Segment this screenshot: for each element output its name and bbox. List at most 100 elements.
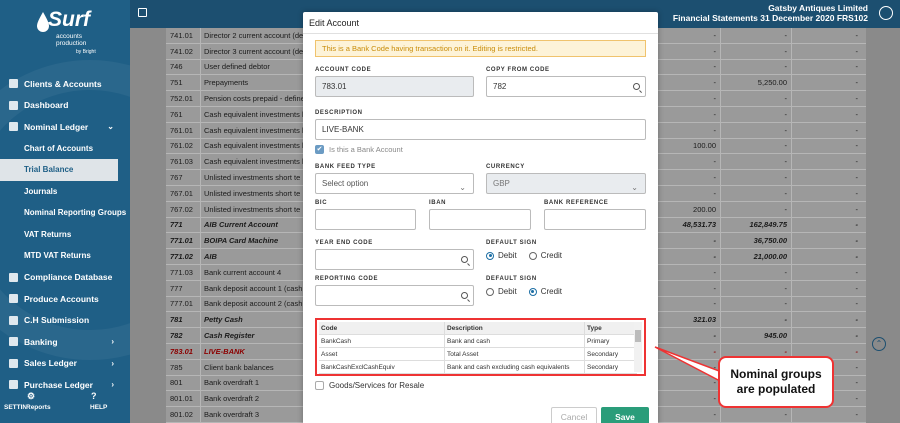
sidebar-item-nominal-ledger[interactable]: Nominal Ledger ⌄: [0, 116, 130, 138]
sidebar-item-produce-accounts[interactable]: Produce Accounts: [0, 288, 130, 310]
row-code: 761.02: [166, 138, 201, 154]
gear-icon[interactable]: ⚙: [27, 391, 35, 402]
sidebar-item-nominal-reporting-groups[interactable]: Nominal Reporting Groups: [0, 202, 130, 224]
currency-select[interactable]: GBP ⌄: [486, 173, 646, 194]
user-icon[interactable]: [879, 6, 893, 20]
nav-icon: [9, 100, 18, 110]
row-code: 751: [166, 75, 201, 91]
row-value: -: [649, 328, 720, 343]
row-code: 781: [166, 312, 201, 328]
row-value: -: [791, 233, 862, 249]
surf-logo[interactable]: Surf accounts production by Bright: [36, 8, 106, 58]
brand-sub1: accounts: [56, 33, 83, 40]
row-value: -: [649, 233, 720, 249]
row-value: -: [791, 185, 862, 201]
row-value: -: [791, 328, 862, 343]
description-label: DESCRIPTION: [315, 110, 363, 116]
brand-sub2: production: [56, 40, 87, 47]
row-code: 761.01: [166, 122, 201, 138]
bic-input[interactable]: [315, 209, 416, 230]
grid-row[interactable]: BankCashExclCashEquiv Bank and cash exclu…: [319, 361, 637, 374]
reports-link[interactable]: Reports: [26, 404, 51, 411]
sidebar-item-trial-balance[interactable]: Trial Balance: [0, 159, 118, 181]
row-code: 767.01: [166, 185, 201, 201]
grid-row[interactable]: BankCash Bank and cash Primary: [319, 335, 637, 348]
row-value: -: [649, 43, 720, 59]
sidebar-item-sales-ledger[interactable]: Sales Ledger ›: [0, 353, 130, 375]
row-code: 801.02: [166, 407, 201, 422]
search-icon[interactable]: [461, 292, 468, 299]
row-code: 801: [166, 375, 201, 391]
bank-feed-select[interactable]: Select option ⌄: [315, 173, 474, 194]
row-value: 100.00: [649, 138, 720, 154]
bank-ref-label: BANK REFERENCE: [544, 200, 609, 206]
row-value: -: [791, 407, 862, 422]
search-icon[interactable]: [461, 256, 468, 263]
menu-toggle-icon[interactable]: [138, 8, 147, 17]
nav-icon: [9, 272, 18, 282]
description-input[interactable]: LIVE-BANK: [315, 119, 646, 140]
row-value: -: [720, 185, 791, 201]
sidebar-item-chart-of-accounts[interactable]: Chart of Accounts: [0, 138, 130, 160]
row-value: -: [720, 43, 791, 59]
row-value: 945.00: [720, 328, 791, 343]
credit-radio-2[interactable]: [528, 287, 537, 296]
credit-radio[interactable]: [528, 251, 537, 260]
bank-ref-input[interactable]: [544, 209, 646, 230]
row-value: -: [791, 91, 862, 106]
sidebar-item-clients-accounts[interactable]: Clients & Accounts: [0, 73, 130, 95]
scroll-up-icon[interactable]: ⌃: [872, 337, 886, 351]
row-code: 785: [166, 359, 201, 375]
row-value: -: [649, 391, 720, 407]
grid-scrollbar[interactable]: [634, 322, 642, 372]
row-value: -: [791, 312, 862, 328]
copy-from-label: COPY FROM CODE: [486, 67, 550, 73]
checkmark-icon: ✔: [315, 145, 324, 154]
sidebar-item-journals[interactable]: Journals: [0, 181, 130, 203]
copy-from-input[interactable]: 782: [486, 76, 646, 97]
sidebar-item-label: Sales Ledger: [24, 358, 77, 369]
sidebar-item-banking[interactable]: Banking ›: [0, 331, 130, 353]
cancel-button[interactable]: Cancel: [551, 407, 597, 423]
sidebar-item-label: Produce Accounts: [24, 293, 99, 304]
row-value: 162,849.75: [720, 217, 791, 233]
sidebar-item-mtd-vat-returns[interactable]: MTD VAT Returns: [0, 245, 130, 267]
row-value: 36,750.00: [720, 233, 791, 249]
row-value: -: [720, 407, 791, 422]
search-icon[interactable]: [633, 83, 640, 90]
sidebar: Surf accounts production by Bright Clien…: [0, 0, 130, 423]
row-code: 782: [166, 328, 201, 343]
sidebar-item-c-h-submission[interactable]: C.H Submission: [0, 310, 130, 332]
scroll-thumb[interactable]: [635, 330, 641, 342]
sidebar-item-dashboard[interactable]: Dashboard: [0, 95, 130, 117]
sidebar-item-purchase-ledger[interactable]: Purchase Ledger ›: [0, 374, 130, 396]
row-value: -: [649, 407, 720, 422]
account-code-input[interactable]: 783.01: [315, 76, 474, 97]
iban-label: IBAN: [429, 200, 447, 206]
debit-radio[interactable]: [486, 251, 494, 260]
chevron-icon: ›: [111, 380, 114, 390]
sidebar-item-compliance-database[interactable]: Compliance Database: [0, 267, 130, 289]
grid-row[interactable]: Asset Total Asset Secondary: [319, 348, 637, 361]
row-value: -: [791, 201, 862, 217]
help-link[interactable]: HELP: [90, 404, 107, 411]
save-button[interactable]: Save: [601, 407, 649, 423]
is-bank-checkbox[interactable]: ✔ Is this a Bank Account: [315, 145, 403, 154]
debit-label-2: Debit: [498, 287, 517, 296]
year-end-input[interactable]: [315, 249, 474, 270]
debit-radio-2[interactable]: [486, 287, 494, 296]
nav-icon: [9, 380, 18, 390]
account-code-label: ACCOUNT CODE: [315, 67, 372, 73]
chevron-down-icon: ⌄: [459, 183, 466, 192]
chevron-icon: ›: [111, 337, 114, 347]
goods-checkbox[interactable]: Goods/Services for Resale: [315, 381, 424, 390]
reporting-code-input[interactable]: [315, 285, 474, 306]
row-value: -: [720, 170, 791, 185]
sidebar-item-label: Nominal Ledger: [24, 121, 89, 132]
sidebar-item-label: Trial Balance: [24, 165, 74, 175]
sidebar-item-vat-returns[interactable]: VAT Returns: [0, 224, 130, 246]
chevron-icon: ⌄: [107, 122, 114, 132]
row-code: 761: [166, 106, 201, 122]
iban-input[interactable]: [429, 209, 531, 230]
help-icon[interactable]: ?: [91, 391, 97, 401]
